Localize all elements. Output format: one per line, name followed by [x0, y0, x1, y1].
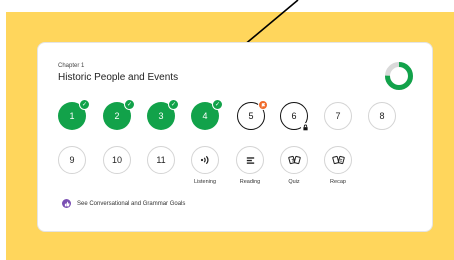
- lesson-9-button[interactable]: 9: [58, 146, 86, 174]
- lesson-3-button[interactable]: 3 ✓: [147, 99, 179, 130]
- lesson-8-button[interactable]: 8: [368, 102, 396, 130]
- lesson-label: 3: [158, 111, 164, 121]
- chapter-progress-ring: [385, 62, 413, 90]
- thumbs-up-icon: [62, 199, 71, 208]
- reading-button[interactable]: [236, 146, 264, 174]
- check-icon: ✓: [212, 99, 223, 110]
- lesson-11-button[interactable]: 11: [147, 146, 175, 174]
- lesson-label: 1: [69, 111, 75, 121]
- lesson-10-button[interactable]: 10: [103, 146, 131, 174]
- goals-link-text: See Conversational and Grammar Goals: [77, 200, 186, 207]
- recap-cards-icon: [331, 155, 345, 165]
- lesson-1-button[interactable]: 1 ✓: [58, 99, 90, 130]
- lesson-5-button[interactable]: 5: [237, 100, 268, 130]
- lesson-label: 10: [111, 155, 122, 165]
- recap-button[interactable]: [324, 146, 352, 174]
- flag-icon: [258, 100, 268, 110]
- listening-button[interactable]: [191, 146, 219, 174]
- check-icon: ✓: [79, 99, 90, 110]
- listening-label: Listening: [193, 179, 217, 185]
- lesson-label: 9: [69, 155, 75, 165]
- quiz-cards-icon: [287, 155, 301, 165]
- listening-icon: [200, 155, 209, 165]
- lesson-label: 2: [114, 111, 120, 121]
- lesson-7-button[interactable]: 7: [324, 102, 352, 130]
- lesson-4-button[interactable]: 4 ✓: [191, 99, 223, 130]
- chapter-title: Historic People and Events: [58, 72, 179, 83]
- quiz-button[interactable]: [280, 146, 308, 174]
- goals-link[interactable]: See Conversational and Grammar Goals: [62, 199, 185, 208]
- lock-icon: [301, 123, 310, 132]
- lesson-label: 5: [248, 111, 254, 121]
- reading-icon: [246, 156, 254, 164]
- chapter-card: Chapter 1 Historic People and Events 1 ✓…: [37, 42, 433, 232]
- reading-label: Reading: [239, 179, 261, 185]
- lesson-label: 8: [379, 111, 385, 121]
- quiz-label: Quiz: [288, 179, 300, 185]
- lesson-label: 7: [335, 111, 341, 121]
- lesson-label: 6: [291, 111, 297, 121]
- check-icon: ✓: [168, 99, 179, 110]
- lesson-label: 4: [202, 111, 208, 121]
- check-icon: ✓: [124, 99, 135, 110]
- lesson-label: 11: [156, 155, 166, 165]
- lesson-2-button[interactable]: 2 ✓: [103, 99, 135, 130]
- recap-label: Recap: [330, 179, 346, 185]
- lesson-6-button[interactable]: 6: [280, 102, 310, 132]
- chapter-label: Chapter 1: [58, 63, 85, 69]
